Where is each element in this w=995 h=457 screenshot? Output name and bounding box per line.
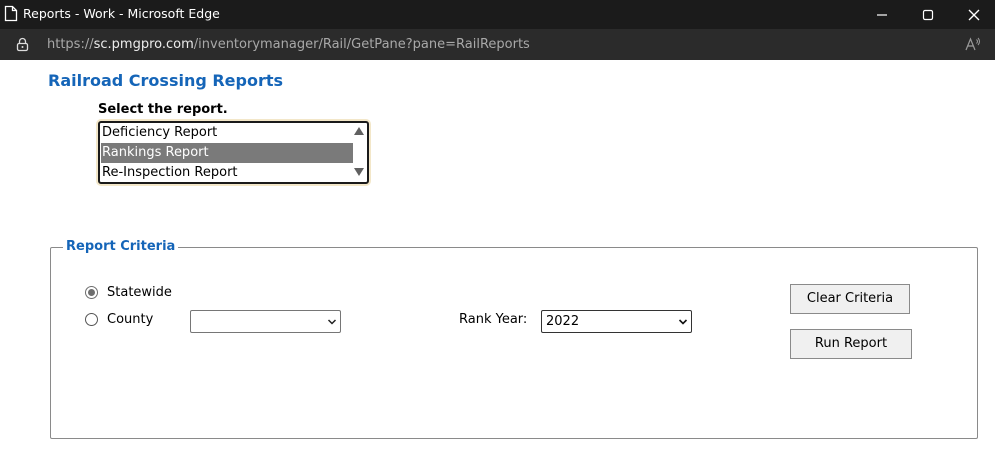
rank-year-select-value: 2022 (546, 314, 580, 329)
clear-criteria-button[interactable]: Clear Criteria (790, 284, 910, 314)
page-title: Railroad Crossing Reports (48, 71, 284, 90)
statewide-label[interactable]: Statewide (107, 285, 172, 300)
lock-icon[interactable] (16, 37, 29, 52)
rank-year-label: Rank Year: (459, 312, 528, 327)
close-icon (968, 9, 980, 20)
statewide-radio[interactable] (85, 286, 98, 299)
window-titlebar: Reports - Work - Microsoft Edge (0, 0, 995, 29)
url-field[interactable]: https://sc.pmgpro.com/inventorymanager/R… (47, 37, 530, 52)
minimize-icon (877, 13, 887, 16)
maximize-icon (922, 9, 934, 20)
chevron-down-icon (678, 319, 688, 325)
window-title: Reports - Work - Microsoft Edge (23, 6, 220, 21)
report-criteria-legend: Report Criteria (63, 239, 179, 254)
select-report-label: Select the report. (98, 102, 228, 117)
county-label[interactable]: County (107, 312, 153, 327)
scroll-up-arrow-icon[interactable] (354, 127, 364, 135)
read-aloud-icon[interactable] (965, 37, 981, 52)
address-bar: https://sc.pmgpro.com/inventorymanager/R… (0, 29, 995, 60)
page-icon (4, 5, 18, 22)
county-radio[interactable] (85, 313, 98, 326)
report-option-reinspection[interactable]: Re-Inspection Report (101, 163, 353, 182)
url-host: sc.pmgpro.com (93, 37, 194, 52)
report-option-rankings[interactable]: Rankings Report (101, 143, 353, 163)
run-report-button[interactable]: Run Report (790, 329, 912, 359)
close-button[interactable] (951, 0, 995, 29)
report-option-deficiency[interactable]: Deficiency Report (101, 123, 353, 143)
page-content: Railroad Crossing Reports Select the rep… (0, 60, 995, 457)
scroll-down-arrow-icon[interactable] (354, 168, 364, 176)
minimize-button[interactable] (859, 0, 905, 29)
chevron-down-icon (327, 319, 337, 325)
url-path: /inventorymanager/Rail/GetPane?pane=Rail… (193, 37, 530, 52)
report-listbox[interactable]: Deficiency Report Rankings Report Re-Ins… (98, 121, 369, 184)
county-select[interactable] (190, 310, 341, 333)
rank-year-select[interactable]: 2022 (541, 310, 692, 333)
maximize-button[interactable] (905, 0, 951, 29)
url-scheme: https:// (47, 37, 94, 52)
